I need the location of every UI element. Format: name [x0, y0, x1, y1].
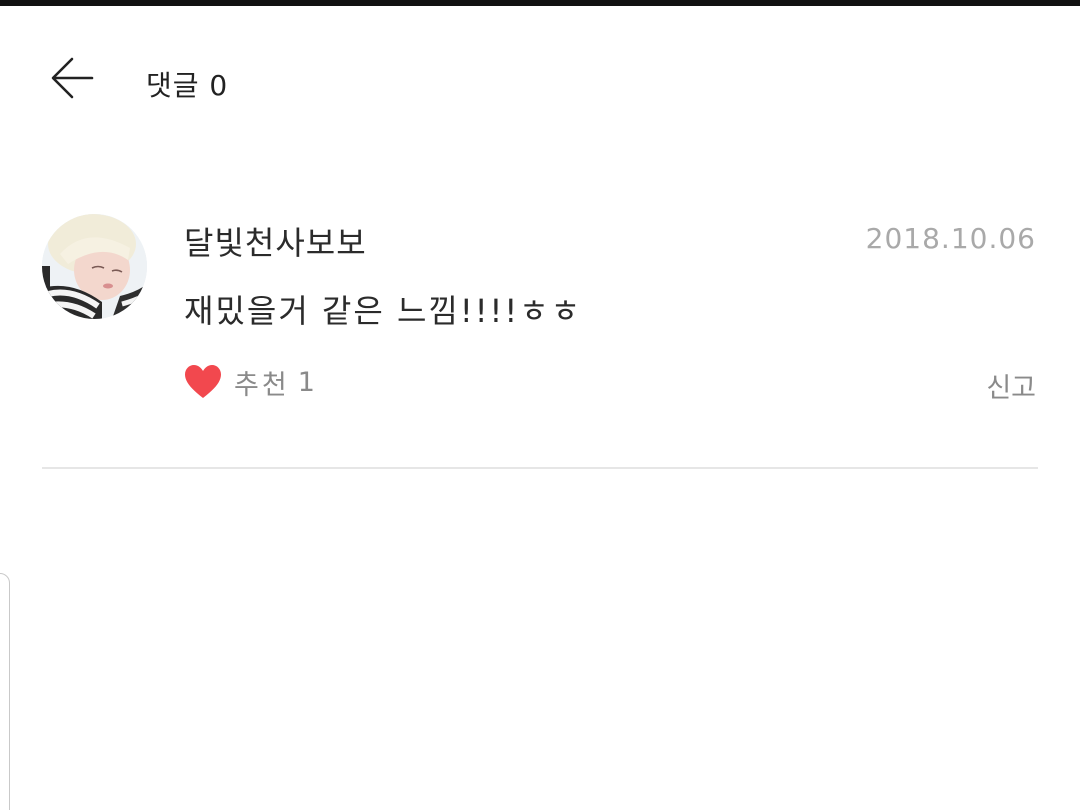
user-avatar[interactable]	[42, 214, 147, 319]
scroll-handle[interactable]	[0, 573, 10, 810]
page-title: 댓글 0	[146, 69, 229, 102]
header: 댓글 0	[0, 6, 1080, 146]
comments-screen: 댓글 0 달빛천사보보 2018.10.06 재밌을거 같은 느낌!!!!ㅎㅎ …	[0, 0, 1080, 810]
report-button[interactable]: 신고	[986, 366, 1036, 405]
arrow-left-icon	[51, 57, 94, 99]
comment-username[interactable]: 달빛천사보보	[184, 218, 367, 264]
divider	[42, 467, 1038, 469]
avatar-photo	[42, 214, 147, 319]
comment-text: 재밌을거 같은 느낌!!!!ㅎㅎ	[184, 292, 583, 330]
like-button[interactable]: 추천 1	[184, 362, 315, 402]
comment-date: 2018.10.06	[865, 222, 1036, 255]
like-label: 추천	[234, 369, 290, 401]
comment-item: 달빛천사보보 2018.10.06 재밌을거 같은 느낌!!!!ㅎㅎ 추천 1 …	[0, 190, 1080, 420]
heart-icon	[185, 365, 221, 398]
back-button[interactable]	[44, 50, 100, 106]
like-count: 1	[297, 366, 315, 398]
